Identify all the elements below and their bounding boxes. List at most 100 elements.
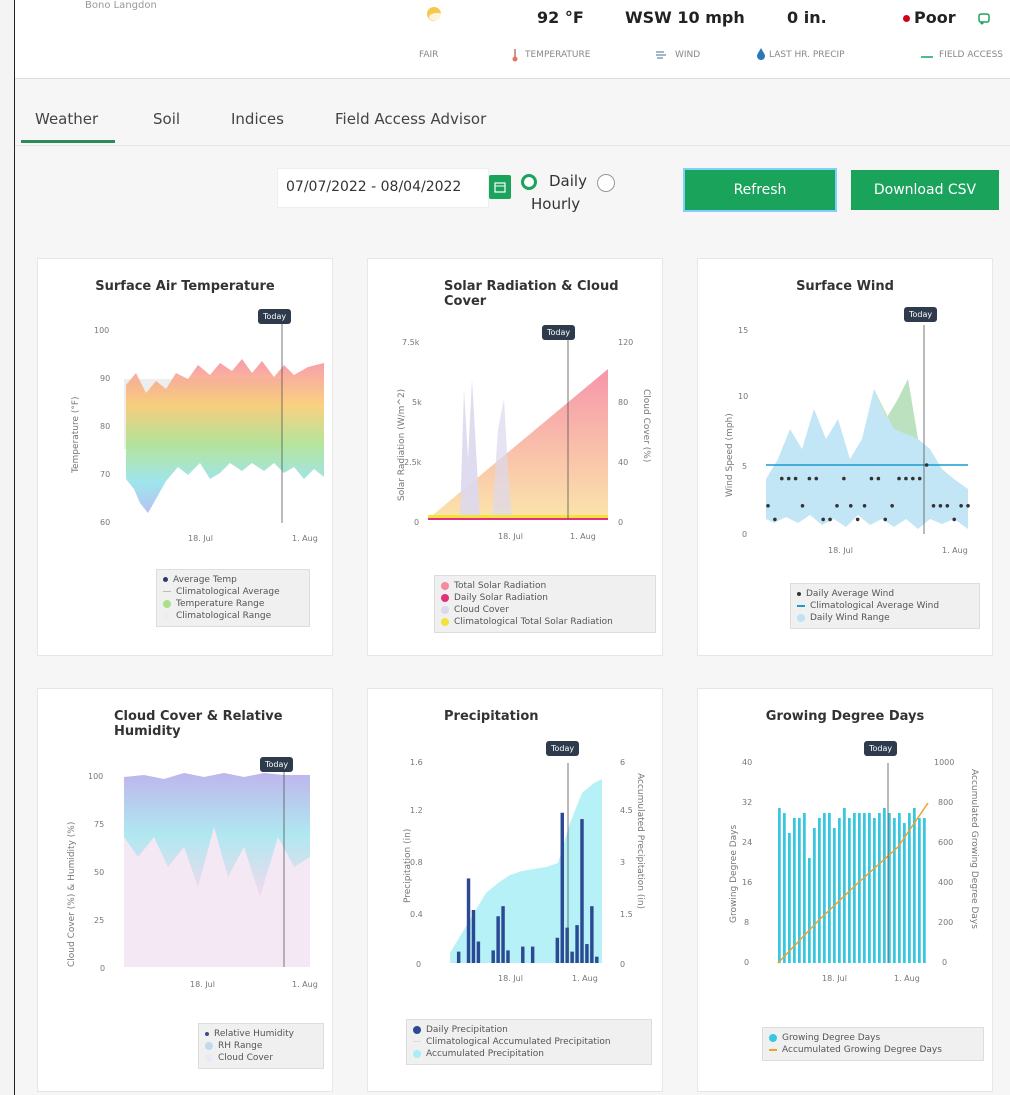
refresh-button[interactable]: Refresh [683, 168, 837, 212]
gdd-bar [818, 818, 821, 963]
wind-chart-card: Surface Wind 15 10 5 0 Wind Speed (mph) … [697, 258, 993, 656]
y2-tick: 120 [618, 338, 633, 347]
precip-bar [575, 925, 579, 963]
y2-tick: 800 [938, 798, 953, 807]
y-tick: 10 [738, 392, 748, 401]
y2-tick: 3 [620, 858, 625, 867]
y-tick: 0 [742, 530, 747, 539]
precip-bar [456, 951, 461, 963]
temperature-value: 92 °F [537, 8, 584, 27]
y2-tick: 0 [620, 960, 625, 969]
hourly-radio[interactable] [597, 174, 615, 192]
y-axis-label: Solar Radiation (W/m^2) [397, 389, 407, 501]
x-tick: 1. Aug [292, 980, 318, 989]
y2-tick: 600 [938, 838, 953, 847]
y2-tick: 400 [938, 878, 953, 887]
wind-point [848, 504, 853, 508]
y-tick: 75 [94, 820, 104, 829]
wind-point [966, 504, 970, 508]
y-tick: 32 [742, 798, 752, 807]
tab-indices[interactable]: Indices [231, 110, 284, 128]
daily-radio-dot [527, 180, 531, 184]
x-tick: 1. Aug [942, 546, 968, 555]
gdd-chart: 40 32 24 16 8 0 1000 800 600 400 200 0 G… [729, 758, 979, 983]
tab-weather[interactable]: Weather [35, 110, 98, 128]
y2-tick: 4.5 [620, 806, 633, 815]
solar-chart: 7.5k 5k 2.5k 0 120 80 40 0 Solar Radiati… [397, 329, 651, 541]
wind-point [828, 517, 832, 522]
gdd-bar [863, 813, 866, 963]
wind-point [952, 517, 957, 522]
y2-tick: 1000 [934, 758, 954, 767]
wind-point [945, 504, 950, 508]
gdd-bar [868, 813, 871, 963]
legend-item: Climatological Total Solar Radiation [441, 616, 649, 628]
wind-point [800, 504, 805, 508]
gdd-bar [778, 808, 781, 963]
tab-field-access-advisor[interactable]: Field Access Advisor [335, 110, 486, 128]
y-axis-label: Growing Degree Days [729, 824, 739, 923]
gdd-bar [878, 813, 881, 963]
field-access-label: FIELD ACCESS [939, 50, 1004, 60]
y2-tick: 80 [618, 398, 628, 407]
legend-item: Accumulated Growing Degree Days [769, 1044, 977, 1056]
wind-point [814, 476, 819, 481]
date-range-input[interactable]: 07/07/2022 - 08/04/2022 [277, 168, 489, 208]
today-marker: Today [260, 757, 294, 772]
wind-point [766, 504, 770, 508]
y-tick: 0 [416, 960, 421, 969]
wind-point [773, 517, 777, 522]
gdd-bar [898, 813, 901, 963]
wind-point [842, 476, 846, 481]
precip-bar [585, 944, 589, 963]
wind-point [897, 476, 901, 481]
y-tick: 0.4 [410, 910, 423, 919]
legend-item: Daily Average Wind [797, 588, 973, 600]
temperature-chart: 100 90 80 70 60 Temperature (°F) 18. Jul… [71, 321, 324, 543]
gdd-chart-card: Growing Degree Days 40 32 24 16 8 0 1000… [697, 688, 993, 1092]
humidity-chart: 100 75 50 25 0 Cloud Cover (%) & Humidit… [67, 767, 318, 989]
x-tick: 18. Jul [190, 980, 215, 989]
y2-axis-label: Cloud Cover (%) [641, 389, 651, 462]
wind-point [869, 476, 874, 481]
gdd-bar [783, 813, 786, 963]
tab-soil[interactable]: Soil [153, 110, 180, 128]
y-axis-label: Wind Speed (mph) [725, 413, 735, 497]
legend-item: Daily Precipitation [413, 1024, 645, 1036]
y-tick: 0 [414, 518, 419, 527]
legend-item: Climatological Average [163, 586, 303, 598]
x-tick: 18. Jul [828, 546, 853, 555]
legend-item: Temperature Range [163, 598, 303, 610]
gdd-bar [858, 813, 861, 963]
daily-radio[interactable] [521, 174, 537, 190]
wind-point [807, 476, 812, 481]
wind-point [835, 504, 839, 508]
daily-label: Daily [549, 172, 587, 190]
wind-point [917, 476, 922, 481]
gdd-bar [828, 813, 831, 963]
total-solar-area [428, 369, 608, 519]
precip-bar [530, 946, 535, 963]
conditions-bar: Bono Langdon FAIR 92 °F TEMPERATURE WSW … [15, 0, 1010, 79]
climatological-solar-line [428, 515, 608, 518]
wind-value: WSW 10 mph [625, 8, 745, 27]
precip-bar [565, 927, 569, 963]
x-tick: 1. Aug [292, 534, 318, 543]
chart-legend: Daily Average Wind Climatological Averag… [790, 583, 980, 629]
y2-tick: 200 [938, 918, 953, 927]
gdd-bar [918, 818, 921, 963]
download-csv-button[interactable]: Download CSV [851, 170, 999, 210]
gdd-bar [908, 813, 911, 963]
active-tab-indicator [21, 140, 115, 143]
x-tick: 18. Jul [188, 534, 213, 543]
legend-item: Relative Humidity [205, 1028, 317, 1040]
y-tick: 40 [742, 758, 752, 767]
y-tick: 5 [742, 462, 747, 471]
precip-bar [466, 878, 471, 963]
y-tick: 0 [744, 958, 749, 967]
calendar-button[interactable] [489, 175, 511, 199]
legend-item: Total Solar Radiation [441, 580, 649, 592]
gdd-bar [808, 858, 811, 963]
chart-legend: Average Temp Climatological Average Temp… [156, 569, 310, 627]
precipitation-chart: 1.6 1.2 0.8 0.4 0 6 4.5 3 1.5 0 Precipit… [403, 758, 645, 983]
